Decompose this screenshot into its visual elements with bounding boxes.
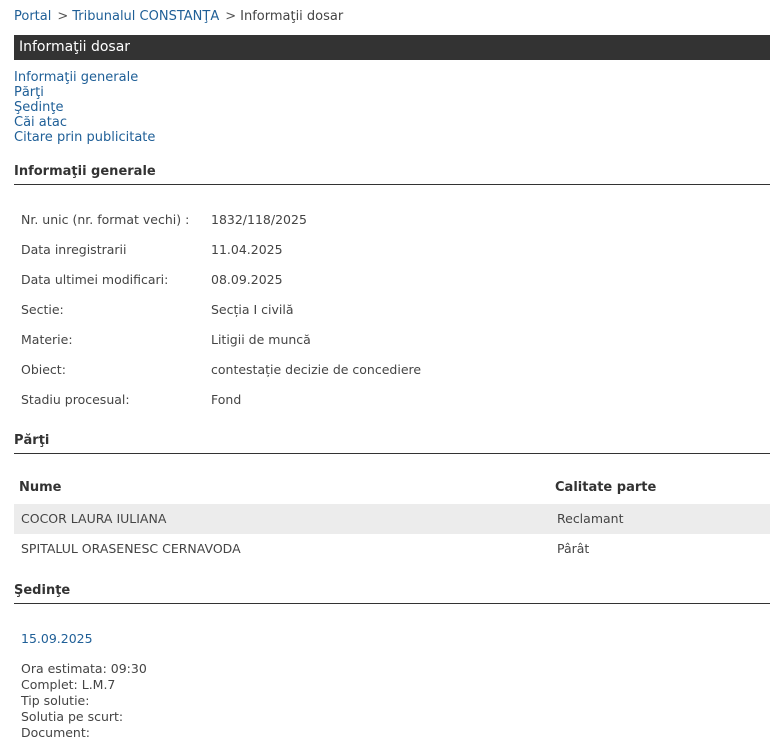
nav-link-general[interactable]: Informaţii generale	[14, 70, 155, 85]
hearing-document: Document:	[21, 725, 90, 740]
info-value: 08.09.2025	[211, 272, 283, 287]
parties-section-heading: Părţi	[14, 433, 770, 454]
nav-link-parties[interactable]: Părţi	[14, 85, 155, 100]
party-name: COCOR LAURA IULIANA	[21, 511, 167, 526]
section-nav: Informaţii generale Părţi Şedinţe Căi at…	[14, 70, 155, 145]
hearing-date: 15.09.2025	[21, 631, 93, 646]
party-name: SPITALUL ORASENESC CERNAVODA	[21, 541, 241, 556]
table-row: COCOR LAURA IULIANA Reclamant	[14, 504, 770, 534]
hearing-solution-type: Tip solutie:	[21, 693, 90, 708]
hearing-solution-summary: Solutia pe scurt:	[21, 709, 124, 724]
hearing-panel: Complet: L.M.7	[21, 677, 116, 692]
party-role: Pârât	[557, 541, 590, 556]
info-label: Stadiu procesual:	[21, 392, 130, 407]
party-role: Reclamant	[557, 511, 624, 526]
info-label: Data inregistrarii	[21, 242, 127, 257]
info-value: 1832/118/2025	[211, 212, 307, 227]
info-label: Obiect:	[21, 362, 66, 377]
breadcrumb-separator: >	[225, 9, 237, 24]
nav-link-hearings[interactable]: Şedinţe	[14, 100, 155, 115]
info-value: Fond	[211, 392, 242, 407]
info-label: Nr. unic (nr. format vechi) :	[21, 212, 190, 227]
page: Portal > Tribunalul CONSTANŢA > Informaţii d…	[0, 0, 770, 744]
nav-link-citation[interactable]: Citare prin publicitate	[14, 130, 155, 145]
info-value: contestație decizie de concediere	[211, 362, 422, 377]
column-header-name: Nume	[19, 480, 62, 495]
info-value: Secția I civilă	[211, 302, 294, 317]
hearing-estimated-time: Ora estimata: 09:30	[21, 661, 147, 676]
breadcrumb-court-link[interactable]: Tribunalul CONSTANŢA	[72, 9, 219, 24]
breadcrumb-current: Informaţii dosar	[240, 9, 344, 24]
column-header-role: Calitate parte	[555, 480, 657, 495]
table-row: SPITALUL ORASENESC CERNAVODA Pârât	[14, 534, 770, 564]
info-value: 11.04.2025	[211, 242, 283, 257]
general-section-heading: Informaţii generale	[14, 164, 770, 185]
breadcrumb-separator: >	[57, 9, 69, 24]
info-label: Materie:	[21, 332, 73, 347]
hearing-details: Ora estimata: 09:30 Complet: L.M.7 Tip s…	[21, 661, 147, 741]
breadcrumb: Portal > Tribunalul CONSTANŢA > Informaţii d…	[14, 9, 343, 24]
info-label: Data ultimei modificari:	[21, 272, 169, 287]
info-label: Sectie:	[21, 302, 64, 317]
nav-link-appeals[interactable]: Căi atac	[14, 115, 155, 130]
page-title-bar: Informaţii dosar	[14, 35, 770, 60]
hearings-section-heading: Şedinţe	[14, 583, 770, 604]
parties-table-header: Nume Calitate parte	[14, 480, 770, 500]
breadcrumb-portal-link[interactable]: Portal	[14, 9, 51, 24]
info-value: Litigii de muncă	[211, 332, 311, 347]
